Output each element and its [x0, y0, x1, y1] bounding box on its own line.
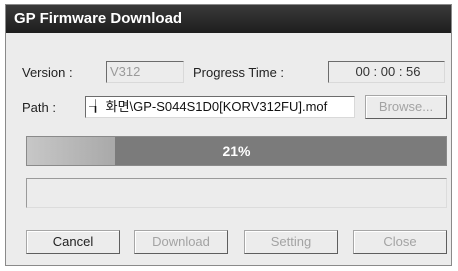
progress-bar: 21% [26, 136, 447, 166]
download-button[interactable]: Download [134, 230, 228, 254]
path-label: Path : [22, 100, 56, 115]
progress-percent-text: 21% [222, 143, 251, 159]
setting-button[interactable]: Setting [244, 230, 338, 254]
close-button[interactable]: Close [353, 230, 447, 254]
progress-time-label: Progress Time : [193, 65, 285, 80]
path-field[interactable]: ┧ 화면\GP-S044S1D0[KORV312FU].mof [85, 96, 355, 118]
browse-button[interactable]: Browse... [365, 95, 447, 119]
dialog-title: GP Firmware Download [6, 5, 451, 33]
version-field[interactable]: V312 [106, 61, 184, 83]
cancel-button[interactable]: Cancel [26, 230, 120, 254]
progress-time-field: 00 : 00 : 56 [328, 61, 445, 83]
status-field [26, 178, 447, 208]
firmware-download-dialog: GP Firmware Download Version : V312 Prog… [5, 4, 452, 266]
version-label: Version : [22, 65, 73, 80]
